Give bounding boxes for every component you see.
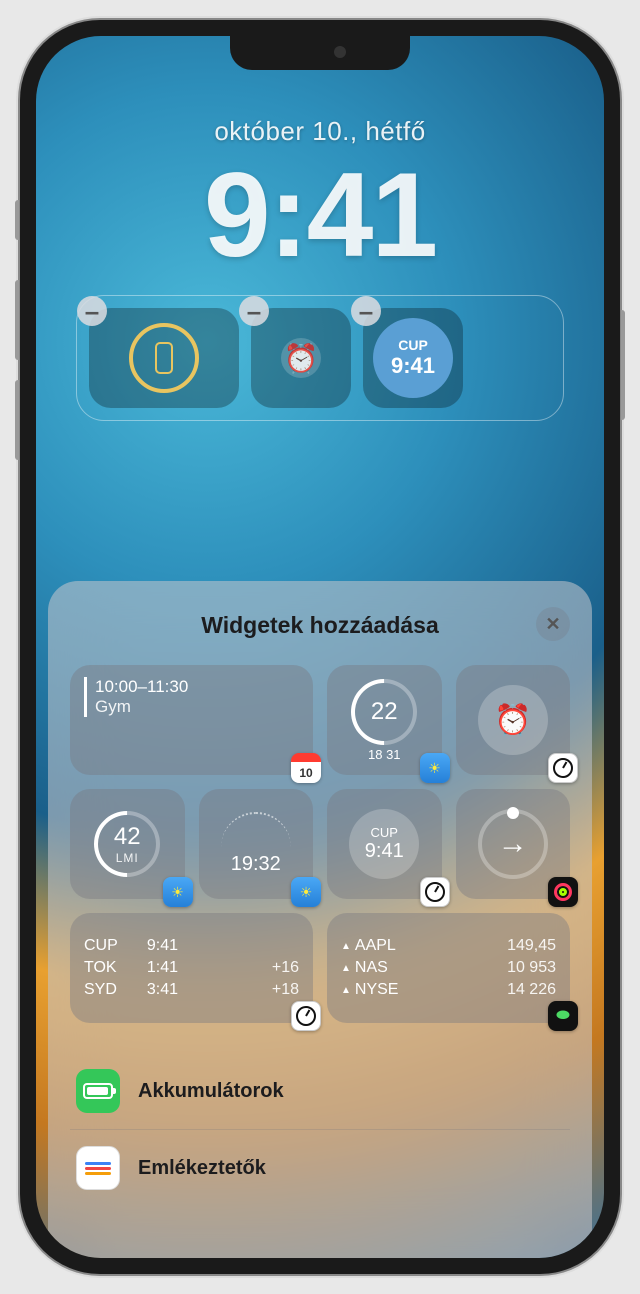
city-label: TOK: [84, 959, 126, 977]
app-row-reminders[interactable]: Emlékeztetők: [70, 1130, 570, 1206]
up-icon: ▲: [341, 963, 351, 974]
up-icon: ▲: [341, 985, 351, 996]
widget-fitness[interactable]: →: [456, 789, 571, 899]
phone-frame: október 10., hétfő 9:41 – – ⏰ – CUP 9:41: [20, 20, 620, 1274]
widget-air-quality[interactable]: 42 LMI ☀︎: [70, 789, 185, 899]
fitness-app-icon: [548, 877, 578, 907]
lock-screen-header: október 10., hétfő 9:41: [36, 36, 604, 275]
offset-label: +18: [188, 981, 299, 999]
price-label: 14 226: [408, 981, 556, 999]
event-time: 10:00–11:30: [95, 677, 188, 697]
activity-ring: →: [478, 809, 548, 879]
clock-app-icon: [548, 753, 578, 783]
arrow-icon: →: [498, 827, 528, 861]
app-row-batteries[interactable]: Akkumulátorok: [70, 1053, 570, 1130]
app-label: Emlékeztetők: [138, 1157, 266, 1180]
close-icon: ✕: [545, 614, 560, 635]
time-label: 9:41: [136, 937, 178, 955]
alarm-circle: ⏰: [478, 685, 548, 755]
price-label: 149,45: [406, 937, 556, 955]
up-icon: ▲: [341, 941, 351, 952]
app-list: Akkumulátorok Emlékeztetők: [70, 1053, 570, 1206]
widget-sunset[interactable]: 19:32 ☀︎: [199, 789, 314, 899]
offset-label: +16: [188, 959, 299, 977]
ticker-label: NAS: [355, 959, 388, 977]
close-button[interactable]: ✕: [536, 607, 570, 641]
temp-high: 31: [386, 747, 400, 762]
alarm-icon: ⏰: [494, 703, 531, 738]
city-label: SYD: [84, 981, 126, 999]
time-label: 9:41: [391, 353, 435, 379]
time-label: 9:41: [365, 840, 404, 863]
world-clock-widget: CUP 9:41: [373, 318, 453, 398]
clock-app-icon: [291, 1001, 321, 1031]
time-label: 1:41: [136, 959, 178, 977]
weather-app-icon: ☀︎: [420, 753, 450, 783]
widget-slot-findmy[interactable]: –: [89, 308, 239, 408]
screen: október 10., hétfő 9:41 – – ⏰ – CUP 9:41: [36, 36, 604, 1258]
clock-app-icon: [420, 877, 450, 907]
ticker-label: AAPL: [355, 937, 396, 955]
sheet-header: Widgetek hozzáadása ✕: [70, 603, 570, 647]
aqi-value: 42: [114, 823, 141, 851]
clock-circle: CUP 9:41: [349, 809, 419, 879]
battery-icon: [76, 1069, 120, 1113]
weather-app-icon: ☀︎: [163, 877, 193, 907]
widget-alarm[interactable]: ⏰: [456, 665, 571, 775]
temp-value: 22: [371, 698, 398, 726]
calendar-app-icon: 10: [291, 753, 321, 783]
phone-icon: [155, 342, 173, 374]
ticker-label: NYSE: [355, 981, 399, 999]
gauge-icon: 42 LMI: [81, 797, 174, 890]
widget-slot-row[interactable]: – – ⏰ – CUP 9:41: [76, 295, 564, 421]
gauge-icon: 22: [338, 665, 431, 758]
widget-calendar[interactable]: 10:00–11:30 Gym 10: [70, 665, 313, 775]
findmy-icon: [129, 323, 199, 393]
weather-app-icon: ☀︎: [291, 877, 321, 907]
city-label: CUP: [371, 825, 398, 840]
date-label: október 10., hétfő: [36, 116, 604, 147]
add-widgets-sheet: Widgetek hozzáadása ✕ 10:00–11:30 Gym 10: [48, 581, 592, 1258]
widget-worldclock-single[interactable]: CUP 9:41: [327, 789, 442, 899]
notch: [230, 36, 410, 70]
price-label: 10 953: [398, 959, 556, 977]
sheet-title: Widgetek hozzáadása: [201, 612, 439, 639]
widget-worldclock-list[interactable]: CUP 9:41 TOK 1:41 +16 SYD 3:41 +18: [70, 913, 313, 1023]
alarm-icon: ⏰: [281, 338, 321, 378]
remove-widget-button[interactable]: –: [351, 296, 381, 326]
widget-slot-alarm[interactable]: – ⏰: [251, 308, 351, 408]
stocks-app-icon: ⬬: [548, 1001, 578, 1031]
event-name: Gym: [95, 697, 188, 717]
temp-low: 18: [368, 747, 382, 762]
offset-label: [188, 937, 299, 955]
app-label: Akkumulátorok: [138, 1080, 284, 1103]
widget-slot-worldclock[interactable]: – CUP 9:41: [363, 308, 463, 408]
city-label: CUP: [84, 937, 126, 955]
sun-arc-icon: [221, 812, 291, 847]
city-label: CUP: [398, 337, 428, 353]
aqi-label: LMI: [114, 851, 141, 865]
remove-widget-button[interactable]: –: [77, 296, 107, 326]
sunset-time: 19:32: [231, 853, 281, 876]
clock-label: 9:41: [36, 155, 604, 275]
time-label: 3:41: [136, 981, 178, 999]
remove-widget-button[interactable]: –: [239, 296, 269, 326]
widget-suggestions-grid: 10:00–11:30 Gym 10 22 18 31: [70, 665, 570, 1023]
widget-stocks[interactable]: ▲AAPL 149,45 ▲NAS 10 953 ▲NYSE 14 226 ⬬: [327, 913, 570, 1023]
reminders-icon: [76, 1146, 120, 1190]
widget-weather-temp[interactable]: 22 18 31 ☀︎: [327, 665, 442, 775]
